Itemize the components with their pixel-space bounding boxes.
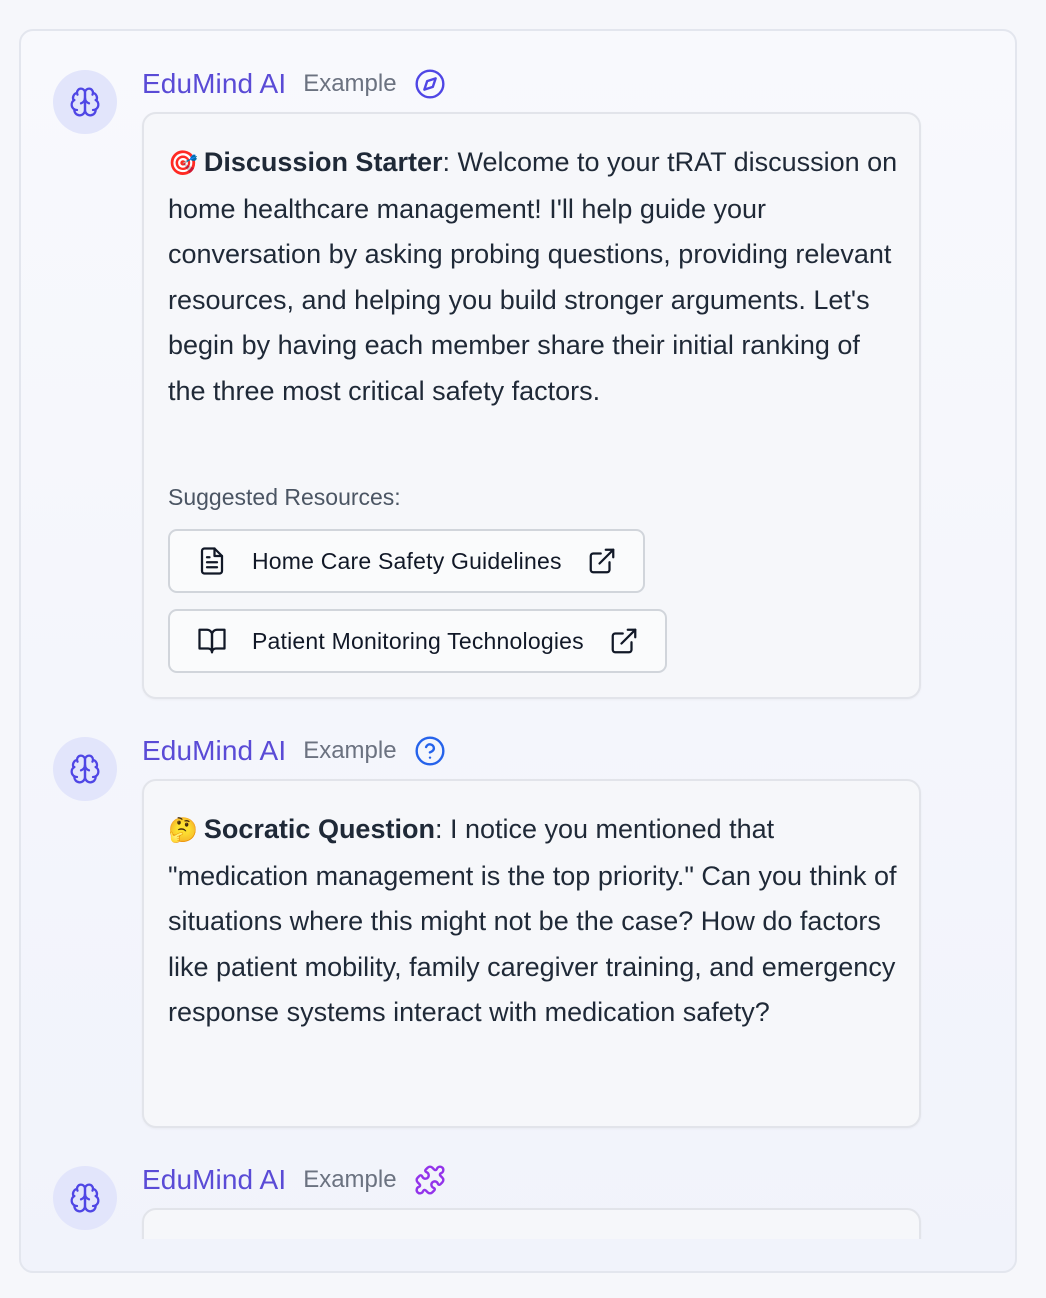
avatar <box>53 1166 117 1230</box>
message-body: : I notice you mentioned that "medicatio… <box>168 814 897 1027</box>
sender-name: EduMind AI <box>142 735 287 766</box>
message-card: 🤔 Socratic Question: I notice you mention… <box>142 779 921 1128</box>
message-text: 🤔 Socratic Question: I notice you mention… <box>168 807 898 1036</box>
message-card: 🎯 Discussion Starter: Welcome to your tRA… <box>142 112 921 699</box>
resource-link-home-care-safety[interactable]: Home Care Safety Guidelines <box>168 529 645 593</box>
message-title: Discussion Starter <box>203 147 443 177</box>
brain-icon <box>70 1183 100 1213</box>
message-text: 🎯 Discussion Starter: Welcome to your tRA… <box>168 140 898 414</box>
resource-label: Home Care Safety Guidelines <box>252 547 562 574</box>
avatar <box>53 737 117 801</box>
avatar <box>53 70 117 134</box>
message-header: EduMind AI Example <box>142 731 446 771</box>
target-emoji: 🎯 <box>168 149 198 177</box>
example-tag: Example <box>303 1166 397 1193</box>
resources-label: Suggested Resources: <box>168 484 401 510</box>
external-link-icon <box>609 626 639 656</box>
message-feed[interactable]: EduMind AI Example 🎯 Discussion Starter: … <box>21 31 1015 1239</box>
compass-icon <box>414 68 446 100</box>
external-link-icon <box>587 546 617 576</box>
question-circle-icon <box>414 735 446 767</box>
message-header: EduMind AI Example <box>142 64 446 104</box>
example-tag: Example <box>303 737 397 764</box>
thinking-emoji: 🤔 <box>168 816 198 844</box>
message-title: Socratic Question <box>203 814 435 844</box>
sender-name: EduMind AI <box>142 68 287 99</box>
sender-name: EduMind AI <box>142 1164 287 1195</box>
message-card <box>142 1208 921 1239</box>
message-header: EduMind AI Example <box>142 1160 446 1200</box>
resource-link-patient-monitoring[interactable]: Patient Monitoring Technologies <box>168 609 667 673</box>
brain-icon <box>70 87 100 117</box>
resource-label: Patient Monitoring Technologies <box>252 627 584 654</box>
document-icon <box>197 546 227 576</box>
example-tag: Example <box>303 70 397 97</box>
message-body: : Welcome to your tRAT discussion on hom… <box>168 147 898 406</box>
chat-panel: EduMind AI Example 🎯 Discussion Starter: … <box>19 29 1017 1273</box>
puzzle-icon <box>414 1164 446 1196</box>
brain-icon <box>70 754 100 784</box>
book-open-icon <box>197 626 227 656</box>
